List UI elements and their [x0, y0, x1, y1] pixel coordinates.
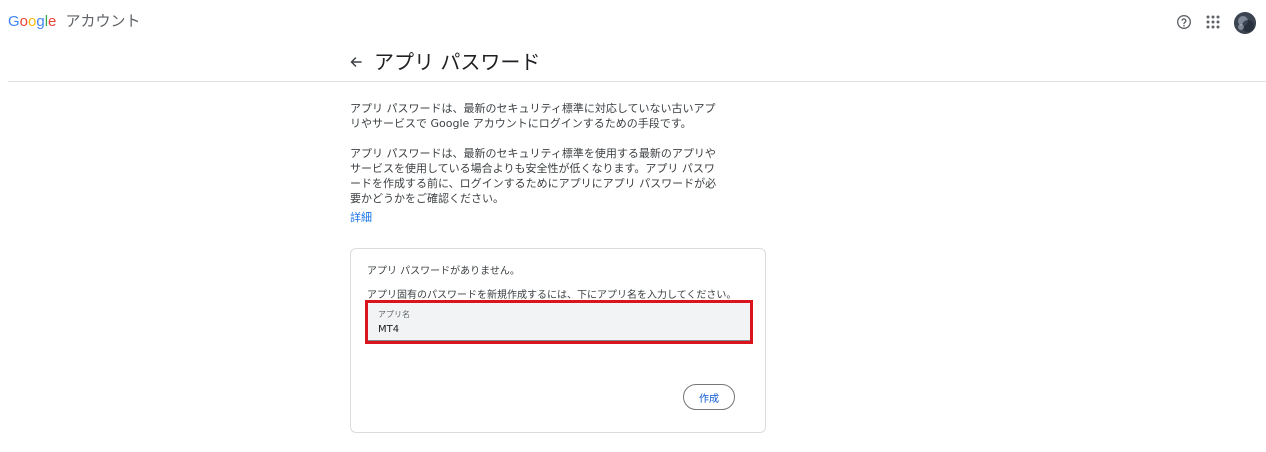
no-passwords-message: アプリ パスワードがありません。 [367, 266, 520, 277]
avatar-image [1234, 12, 1256, 34]
app-password-card: アプリ パスワードがありません。 アプリ固有のパスワードを新規作成するには、下に… [350, 248, 766, 433]
create-instruction-text: アプリ固有のパスワードを新規作成するには、下にアプリ名を入力してください。 [367, 290, 737, 301]
details-link[interactable]: 詳細 [350, 210, 372, 225]
arrow-left-icon-svg [350, 57, 362, 67]
top-bar: Google アカウント [0, 0, 1266, 44]
description-paragraph-2: アプリ パスワードは、最新のセキュリティ標準を使用する最新のアプリやサービスを使… [350, 147, 717, 205]
app-name-field-label: アプリ名 [378, 310, 410, 319]
account-app-name: アカウント [65, 12, 141, 30]
description-paragraph-1: アプリ パスワードは、最新のセキュリティ標準に対応していない古いアプリやサービス… [350, 102, 716, 130]
arrow-left-icon[interactable] [348, 54, 364, 70]
user-avatar[interactable] [1234, 12, 1256, 34]
google-account-logo[interactable]: Google アカウント [8, 11, 141, 32]
logo-letter-g: G [8, 13, 20, 30]
create-button[interactable]: 作成 [683, 384, 735, 410]
header-divider [8, 81, 1266, 82]
google-wordmark: Google [8, 11, 61, 30]
help-circle-icon[interactable] [1174, 12, 1194, 32]
logo-letter-o1: o [19, 13, 29, 30]
apps-grid-icon-svg [1206, 15, 1220, 29]
logo-letter-g2: g [36, 13, 45, 30]
apps-grid-icon[interactable] [1203, 12, 1223, 32]
help-circle-icon-svg [1177, 15, 1191, 29]
logo-letter-e: e [48, 13, 57, 30]
app-name-field[interactable]: アプリ名 [367, 303, 751, 341]
app-name-input[interactable] [378, 323, 738, 337]
page-title: アプリ パスワード [374, 50, 541, 74]
